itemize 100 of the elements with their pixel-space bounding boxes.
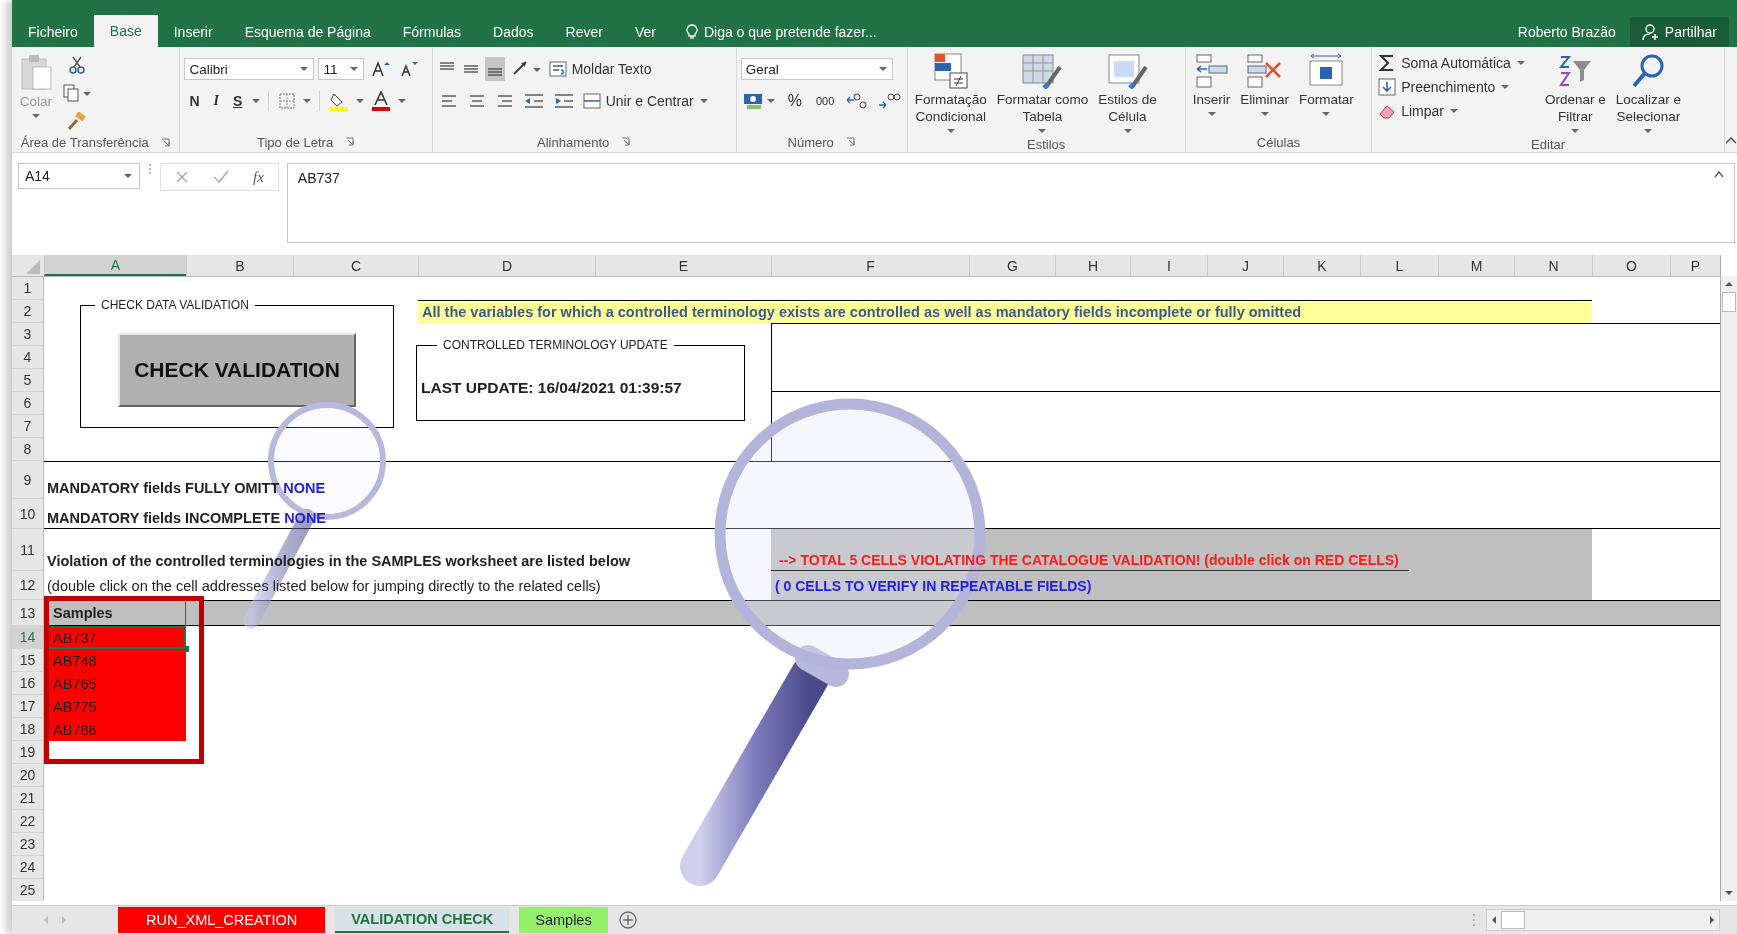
row-header[interactable]: 14 [12, 626, 44, 649]
scroll-thumb[interactable] [1501, 911, 1525, 929]
column-header[interactable]: N [1514, 255, 1592, 276]
row-header[interactable]: 6 [12, 392, 44, 415]
row-header[interactable]: 13 [12, 600, 44, 626]
row-header[interactable]: 25 [12, 879, 44, 901]
column-header[interactable]: F [771, 255, 969, 276]
sort-filter-button[interactable]: Ordenar e Filtrar [1541, 51, 1609, 137]
ribbon-tab[interactable]: Inserir [157, 17, 229, 47]
tell-me-search[interactable]: Diga o que pretende fazer... [671, 17, 877, 47]
dialog-launcher-icon[interactable] [160, 137, 171, 148]
editing-button[interactable]: Soma Automática [1376, 51, 1528, 75]
row-header[interactable]: 7 [12, 415, 44, 438]
font-size-field[interactable]: 11 [318, 58, 365, 80]
cancel-icon[interactable] [175, 170, 189, 184]
column-header[interactable]: G [969, 255, 1055, 276]
column-header[interactable]: M [1438, 255, 1514, 276]
ribbon-tab[interactable]: Dados [477, 17, 550, 47]
check-validation-button[interactable]: CHECK VALIDATION [118, 332, 356, 407]
row-header[interactable]: 20 [12, 764, 44, 787]
caret-icon[interactable] [355, 97, 366, 105]
row-header[interactable]: 10 [12, 499, 44, 529]
dialog-launcher-icon[interactable] [345, 137, 356, 147]
cells-button[interactable]: Formatar [1296, 51, 1357, 120]
dialog-launcher-icon[interactable] [845, 137, 856, 147]
merge-center-button[interactable]: Unir e Centrar [580, 89, 711, 113]
row-header[interactable]: 23 [12, 833, 44, 856]
editing-button[interactable]: Limpar [1376, 99, 1528, 123]
row-header[interactable]: 17 [12, 695, 44, 718]
column-header[interactable]: C [293, 255, 418, 276]
copy-button[interactable] [60, 81, 94, 105]
row-header[interactable]: 16 [12, 672, 44, 695]
column-header[interactable]: O [1592, 255, 1670, 276]
row-header[interactable]: 19 [12, 741, 44, 764]
share-button[interactable]: Partilhar [1629, 17, 1729, 47]
editing-button[interactable]: Preenchimento [1376, 75, 1528, 99]
wrap-text-button[interactable]: Moldar Texto [546, 57, 654, 81]
group-label: Estilos [1027, 137, 1066, 152]
vertical-align-button[interactable] [484, 57, 505, 81]
insert-function-button[interactable]: fx [253, 168, 264, 186]
cells-button[interactable]: Inserir [1189, 51, 1234, 120]
row-header[interactable]: 22 [12, 810, 44, 833]
percent-button[interactable]: % [782, 89, 807, 113]
row-header[interactable]: 15 [12, 649, 44, 672]
column-header[interactable]: H [1055, 255, 1130, 276]
font-style-button[interactable]: S [228, 89, 248, 113]
collapse-ribbon-icon[interactable] [1725, 136, 1737, 144]
caret-icon [1037, 127, 1048, 135]
column-header[interactable]: J [1207, 255, 1283, 276]
row-header[interactable]: 18 [12, 718, 44, 741]
ribbon-tab[interactable]: Fórmulas [386, 17, 478, 47]
column-header[interactable]: B [186, 255, 293, 276]
row-header[interactable]: 2 [12, 300, 44, 323]
ribbon-tab[interactable]: Ver [618, 17, 672, 47]
styles-gallery-button[interactable]: Formatar como Tabela [993, 51, 1092, 137]
row-header[interactable]: 1 [12, 277, 44, 300]
column-header[interactable]: P [1670, 255, 1720, 276]
sheet-tab[interactable]: RUN_XML_CREATION [118, 907, 326, 933]
column-header[interactable]: L [1360, 255, 1438, 276]
cells-button[interactable]: Eliminar [1237, 51, 1293, 120]
row-header[interactable]: 4 [12, 346, 44, 369]
row-header[interactable]: 24 [12, 856, 44, 879]
font-style-button[interactable]: I [208, 89, 225, 113]
column-header[interactable]: E [595, 255, 771, 276]
ribbon-tab[interactable]: Rever [549, 17, 619, 47]
column-header[interactable]: D [418, 255, 595, 276]
horizontal-scrollbar[interactable] [1486, 909, 1720, 931]
column-header[interactable]: K [1283, 255, 1360, 276]
column-header[interactable]: I [1130, 255, 1207, 276]
styles-gallery-button[interactable]: Estilos de Célula [1095, 51, 1160, 137]
ribbon-tab[interactable]: Esquema de Página [228, 17, 387, 47]
find-select-button[interactable]: Localizar e Selecionar [1612, 51, 1684, 137]
row-header[interactable]: 3 [12, 323, 44, 346]
row-header[interactable]: 9 [12, 461, 44, 499]
font-name-field[interactable]: Calibri [184, 58, 315, 80]
vertical-scrollbar[interactable] [1721, 276, 1737, 901]
row-header[interactable]: 12 [12, 571, 44, 600]
scroll-thumb[interactable] [1722, 292, 1736, 312]
column-header[interactable]: A [44, 255, 186, 276]
add-sheet-icon[interactable] [617, 910, 638, 930]
ribbon-tab[interactable]: Base [93, 15, 158, 47]
sheet-tab[interactable]: VALIDATION CHECK [335, 907, 510, 933]
formula-field[interactable]: AB737 [286, 163, 1735, 243]
name-box[interactable]: A14 [18, 163, 140, 189]
check-icon[interactable] [213, 170, 229, 184]
row-header[interactable]: 5 [12, 369, 44, 392]
collapse-formula-icon[interactable] [1714, 170, 1724, 178]
dialog-launcher-icon[interactable] [621, 137, 632, 147]
caret-icon[interactable] [397, 97, 408, 105]
row-header[interactable]: 8 [12, 438, 44, 461]
font-style-button[interactable]: N [184, 89, 205, 113]
caret-icon[interactable] [302, 97, 313, 105]
sheet-tab[interactable]: Samples [519, 907, 608, 933]
row-header[interactable]: 21 [12, 787, 44, 810]
number-format-field[interactable]: Geral [740, 58, 893, 80]
caret-icon[interactable] [251, 97, 262, 105]
styles-gallery-button[interactable]: Formatação Condicional [911, 51, 990, 137]
ribbon-tab[interactable]: Ficheiro [12, 17, 94, 47]
row-header[interactable]: 11 [12, 529, 44, 571]
thousands-button[interactable]: 000 [810, 89, 840, 113]
